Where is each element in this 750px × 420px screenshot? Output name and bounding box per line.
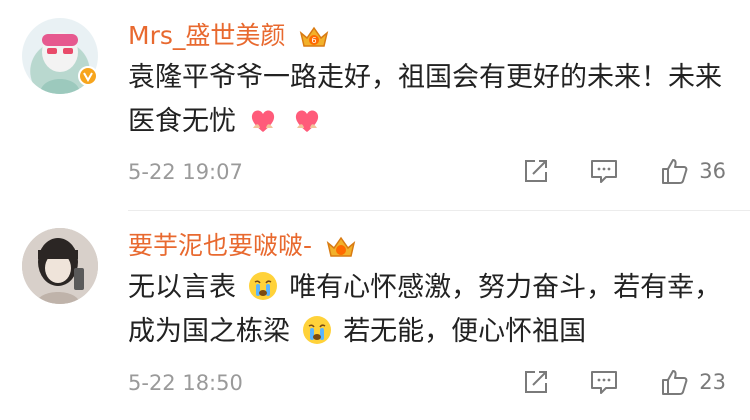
share-icon	[525, 371, 548, 393]
comment-icon	[591, 371, 618, 394]
username[interactable]: 要芋泥也要啵啵-	[128, 226, 356, 262]
crying-face-emoji-icon	[301, 314, 333, 346]
comment-item: 要芋泥也要啵啵- 无以言表 唯有心怀感激，努力奋斗，若有幸，成为国之栋梁 若无能…	[0, 0, 750, 395]
thumbs-up-icon	[662, 370, 688, 395]
avatar[interactable]	[22, 228, 98, 304]
divider	[128, 210, 750, 211]
comment-text: 无以言表 唯有心怀感激，努力奋斗，若有幸，成为国之栋梁 若无能，便心怀祖国	[128, 270, 722, 347]
like-count: 23	[699, 370, 726, 394]
comment-actions: 23	[521, 367, 726, 397]
timestamp: 5-22 18:50	[128, 371, 243, 395]
crown-icon	[326, 234, 356, 260]
like-button[interactable]: 23	[659, 367, 726, 397]
reply-button[interactable]	[589, 367, 619, 397]
crying-face-emoji-icon	[247, 270, 279, 302]
share-button[interactable]	[521, 367, 551, 397]
